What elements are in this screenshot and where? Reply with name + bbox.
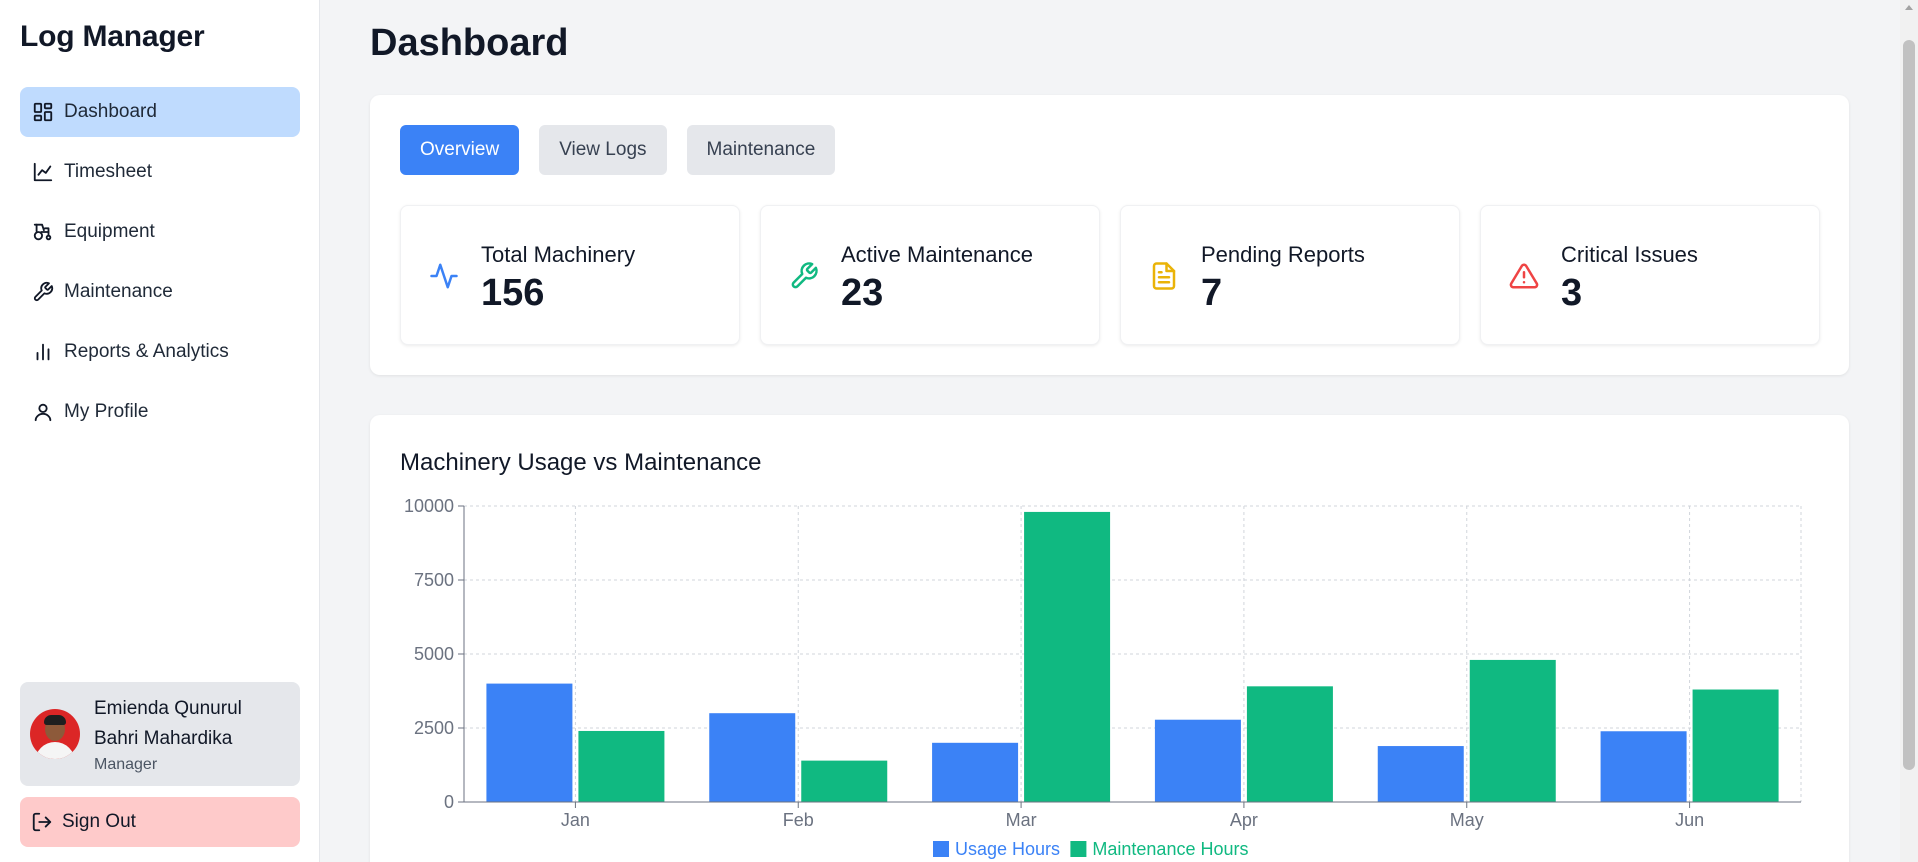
user-card[interactable]: Emienda Qunurul Bahri Mahardika Manager [20,682,300,786]
sidebar-item-label: My Profile [64,401,149,422]
legend-label: Maintenance Hours [1092,839,1248,859]
user-name: Emienda Qunurul Bahri Mahardika [94,698,242,749]
sidebar-item-dashboard[interactable]: Dashboard [20,87,300,137]
bar-usage-hours-may [1377,746,1464,802]
x-tick-label: Apr [1230,810,1258,830]
wrench-icon [31,280,55,304]
stat-card-critical-issues: Critical Issues 3 [1480,205,1820,345]
bar-usage-hours-jun [1600,731,1687,802]
sidebar-item-timesheet[interactable]: Timesheet [20,147,300,197]
log-out-icon [32,812,52,832]
page-title: Dashboard [370,22,569,64]
user-icon [31,400,55,424]
sidebar-item-label: Maintenance [64,281,173,302]
layout-dashboard-icon [31,100,55,124]
sidebar-item-reports[interactable]: Reports & Analytics [20,327,300,377]
stat-card-pending-reports: Pending Reports 7 [1120,205,1460,345]
sidebar-nav: Dashboard Timesheet Equipment Maintenanc… [20,87,300,447]
x-tick-label: Mar [1006,810,1037,830]
stat-label: Critical Issues [1561,242,1698,267]
sidebar-item-label: Dashboard [64,101,157,122]
stat-label: Pending Reports [1201,242,1365,267]
legend-swatch [933,841,949,857]
avatar [30,709,80,759]
bar-chart-icon [31,340,55,364]
activity-icon [429,261,459,291]
sidebar-item-profile[interactable]: My Profile [20,387,300,437]
bar-maintenance-hours-apr [1246,686,1333,802]
scroll-up-arrow-icon[interactable] [1905,5,1913,10]
sidebar-item-label: Reports & Analytics [64,341,229,362]
y-tick-label: 7500 [414,570,454,590]
sign-out-button[interactable]: Sign Out [20,797,300,847]
bar-maintenance-hours-jan [578,730,665,802]
bar-maintenance-hours-feb [801,760,888,802]
stat-cards: Total Machinery 156 Active Maintenance 2… [400,205,1820,345]
tab-maintenance[interactable]: Maintenance [686,125,836,175]
stat-value: 7 [1201,272,1223,314]
stat-value: 3 [1561,272,1583,314]
sidebar-item-label: Timesheet [64,161,152,182]
bar-usage-hours-feb [709,713,796,802]
tab-bar: Overview View Logs Maintenance [400,125,836,175]
app-title: Log Manager [20,20,205,53]
bar-usage-hours-apr [1154,719,1241,802]
x-tick-label: Jan [561,810,590,830]
alert-triangle-icon [1509,261,1539,291]
tab-overview[interactable]: Overview [400,125,520,175]
bar-maintenance-hours-mar [1024,511,1111,802]
line-chart-icon [31,160,55,184]
bar-maintenance-hours-jun [1692,689,1779,802]
x-tick-label: Jun [1675,810,1704,830]
y-tick-label: 5000 [414,644,454,664]
sidebar-item-equipment[interactable]: Equipment [20,207,300,257]
x-tick-label: Feb [783,810,814,830]
bar-usage-hours-mar [932,742,1019,802]
chart-panel: Machinery Usage vs Maintenance 0 2500 5000… [370,415,1849,862]
tractor-icon [31,220,55,244]
stat-card-total-machinery: Total Machinery 156 [400,205,740,345]
stat-card-active-maintenance: Active Maintenance 23 [760,205,1100,345]
bar-maintenance-hours-may [1469,659,1556,802]
y-tick-label: 0 [444,792,454,812]
legend-swatch [1070,841,1087,857]
legend-label: Usage Hours [955,839,1060,859]
sidebar-item-label: Equipment [64,221,155,242]
usage-maintenance-chart: 0 2500 5000 7500 10000 Jan Feb Mar Apr May Jun Usag… [404,496,1802,859]
stat-label: Active Maintenance [841,242,1033,267]
sidebar: Log Manager Dashboard Timesheet Equipmen… [0,0,320,862]
wrench-icon [789,261,819,291]
y-tick-label: 10000 [404,496,454,516]
x-tick-label: May [1450,810,1484,830]
stat-value: 156 [481,272,545,314]
user-role: Manager [94,756,158,773]
sidebar-item-maintenance[interactable]: Maintenance [20,267,300,317]
scrollbar[interactable] [1900,0,1918,862]
tab-view-logs[interactable]: View Logs [539,125,667,175]
bar-usage-hours-jan [486,683,573,802]
overview-panel: Overview View Logs Maintenance Total Mac… [370,95,1849,375]
sign-out-label: Sign Out [62,811,136,832]
scroll-thumb[interactable] [1903,40,1915,770]
stat-label: Total Machinery [481,242,636,267]
y-tick-label: 2500 [414,718,454,738]
stat-value: 23 [841,272,884,314]
file-text-icon [1149,261,1179,291]
